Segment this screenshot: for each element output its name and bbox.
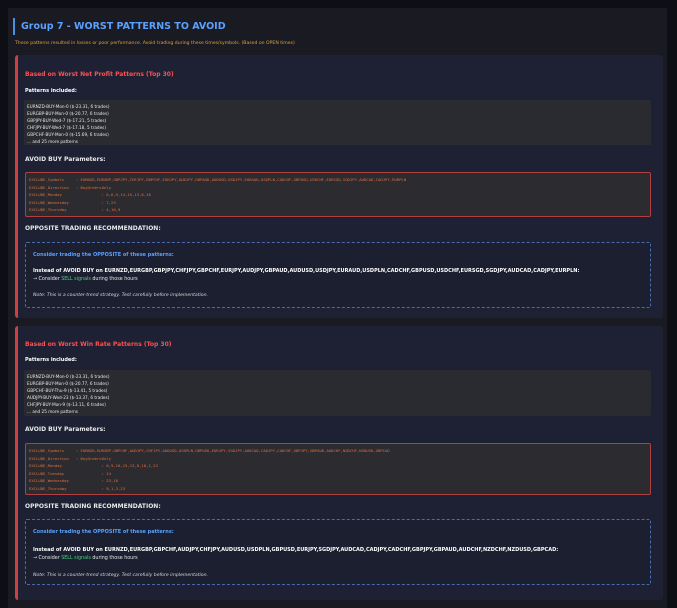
params-label: AVOID BUY Parameters: — [25, 156, 106, 163]
worst-net-profit-card: Based on Worst Net Profit Patterns (Top … — [15, 55, 663, 318]
group-title: Group 7 - WORST PATTERNS TO AVOID — [13, 18, 226, 35]
code-line: EXCLUDE_Monday : 0,6,9,14,15,13,8,18 — [29, 192, 151, 198]
list-item: EURNZD-BUY-Mon-0 ($-23.31, 6 trades) — [27, 374, 110, 379]
sell-signals: SELL signals — [61, 556, 91, 561]
code-line: EXCLUDE_Symbols : EURNZD,EURGBP,GBPCHF,A… — [29, 448, 390, 453]
list-item: CHFJPY-BUY-Wed-7 ($-17.18, 5 trades) — [27, 125, 106, 130]
opposite-label: OPPOSITE TRADING RECOMMENDATION: — [25, 225, 161, 232]
opposite-title: Consider trading the OPPOSITE of these p… — [33, 252, 174, 258]
params-code: EXCLUDE_Symbols : EURNZD,EURGBP,GBPJPY,C… — [25, 172, 651, 217]
card-title: Based on Worst Win Rate Patterns (Top 30… — [25, 341, 172, 348]
opposite-box: Consider trading the OPPOSITE of these p… — [25, 242, 651, 308]
more-patterns: ... and 25 more patterns — [27, 409, 78, 414]
list-item: CHFJPY-BUY-Mon-9 ($-13.11, 6 trades) — [27, 402, 106, 407]
patterns-label: Patterns included: — [25, 357, 77, 363]
code-line: EXCLUDE_Wednesday : 7,23 — [29, 199, 116, 205]
code-line: EXCLUDE_Thursday : 9,1,3,23 — [29, 485, 126, 491]
opposite-consider: → Consider SELL signals during those hou… — [33, 277, 138, 282]
code-line: EXCLUDE_Thursday : 4,16,9 — [29, 207, 121, 213]
list-item: EURGBP-BUY-Mon-0 ($-20.77, 6 trades) — [27, 111, 109, 116]
card-title: Based on Worst Net Profit Patterns (Top … — [25, 71, 174, 78]
opposite-note: Note: This is a counter-trend strategy. … — [33, 293, 208, 298]
consider-suffix: during those hours — [90, 556, 138, 561]
code-line: EXCLUDE_Direction : BuyOrdersOnly — [29, 455, 111, 461]
patterns-list: EURNZD-BUY-Mon-0 ($-23.31, 6 trades) EUR… — [24, 100, 651, 145]
opposite-note: Note: This is a counter-trend strategy. … — [33, 573, 208, 578]
code-line: EXCLUDE_Tuesday : 14 — [29, 470, 111, 476]
code-line: EXCLUDE_Monday : 0,9,16,15,13,8,18,1,23 — [29, 463, 158, 469]
consider-prefix: → Consider — [33, 277, 62, 282]
patterns-label: Patterns included: — [25, 88, 77, 94]
opposite-title: Consider trading the OPPOSITE of these p… — [33, 529, 174, 535]
code-line: EXCLUDE_Wednesday : 23,16 — [29, 478, 119, 484]
list-item: AUDJPY-BUY-Wed-23 ($-13.37, 6 trades) — [27, 395, 110, 400]
opposite-consider: → Consider SELL signals during those hou… — [33, 556, 138, 561]
sell-signals: SELL signals — [61, 277, 91, 282]
consider-suffix: during those hours — [90, 277, 138, 282]
group-description: These patterns resulted in losses or poo… — [15, 41, 295, 46]
list-item: EURGBP-BUY-Mon-0 ($-20.77, 6 trades) — [27, 381, 109, 386]
list-item: GBPCHF-BUY-Mon-0 ($-15.69, 6 trades) — [27, 132, 109, 137]
opposite-instead: Instead of AVOID BUY on EURNZD,EURGBP,GB… — [33, 268, 580, 274]
opposite-instead: Instead of AVOID BUY on EURNZD,EURGBP,GB… — [33, 547, 559, 553]
worst-win-rate-card: Based on Worst Win Rate Patterns (Top 30… — [15, 326, 663, 600]
list-item: GBPJPY-BUY-Wed-7 ($-17.21, 5 trades) — [27, 118, 107, 123]
params-label: AVOID BUY Parameters: — [25, 426, 106, 433]
params-code: EXCLUDE_Symbols : EURNZD,EURGBP,GBPCHF,A… — [25, 443, 651, 495]
opposite-label: OPPOSITE TRADING RECOMMENDATION: — [25, 503, 161, 510]
list-item: GBPCHF-BUY-Thu-9 ($-13.41, 5 trades) — [27, 388, 108, 393]
code-line: EXCLUDE_Symbols : EURNZD,EURGBP,GBPJPY,C… — [29, 177, 407, 182]
list-item: EURNZD-BUY-Mon-0 ($-23.31, 6 trades) — [27, 104, 110, 109]
consider-prefix: → Consider — [33, 556, 62, 561]
code-line: EXCLUDE_Direction : BuyOrdersOnly — [29, 184, 111, 190]
opposite-box: Consider trading the OPPOSITE of these p… — [25, 519, 651, 585]
patterns-list: EURNZD-BUY-Mon-0 ($-23.31, 6 trades) EUR… — [24, 370, 651, 416]
more-patterns: ... and 25 more patterns — [27, 139, 78, 144]
